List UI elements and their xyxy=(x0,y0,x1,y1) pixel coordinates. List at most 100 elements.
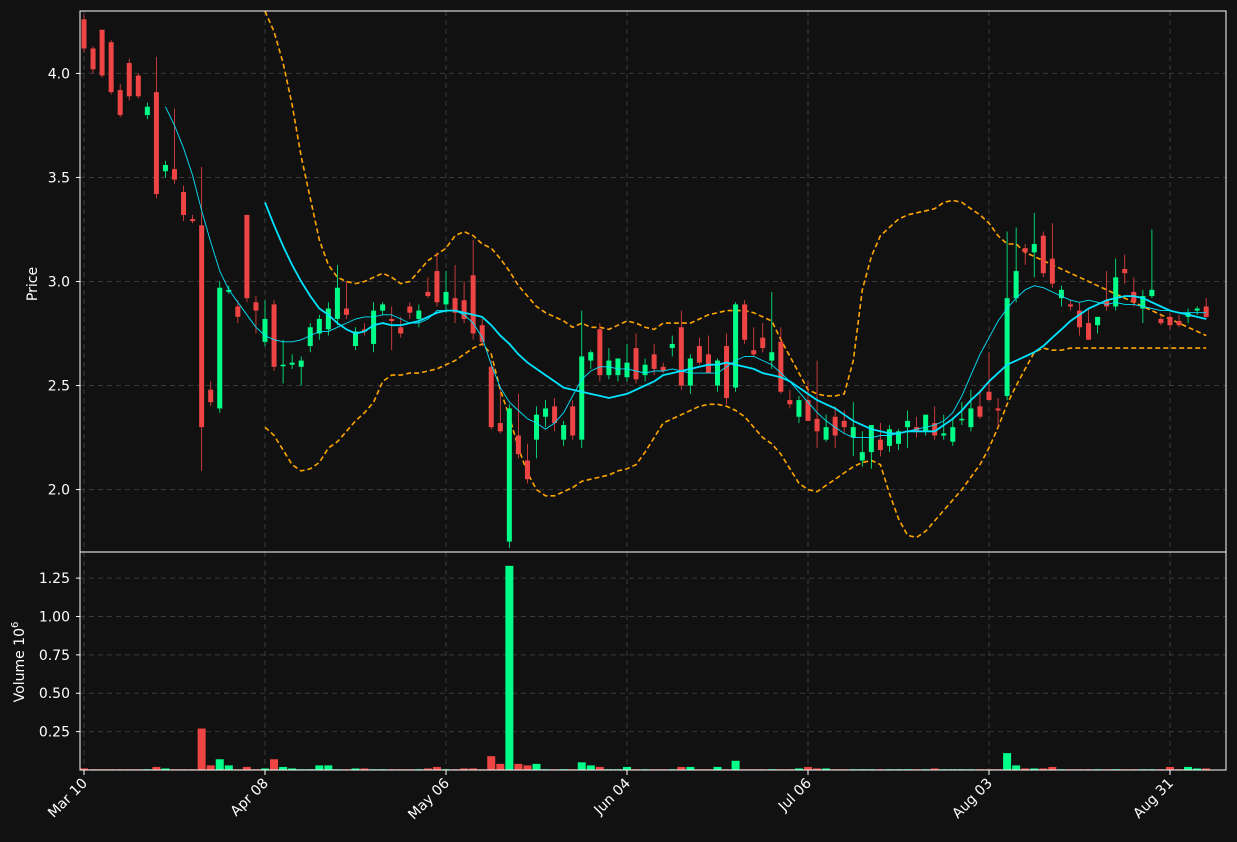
candle-body xyxy=(796,400,802,417)
candle-body xyxy=(705,354,711,374)
volume-exponent: 6 xyxy=(10,622,21,628)
candle-body xyxy=(117,90,123,116)
candle-body xyxy=(977,406,983,417)
candle-body xyxy=(271,304,277,367)
candle-body xyxy=(606,360,612,376)
candle-body xyxy=(1194,308,1200,311)
candle-body xyxy=(959,418,965,421)
candle-body xyxy=(298,360,304,367)
candle-body xyxy=(823,427,829,440)
candle-body xyxy=(995,408,1001,411)
candle-body xyxy=(343,308,349,315)
candle-body xyxy=(416,310,422,319)
volume-bar xyxy=(224,765,233,770)
candle-body xyxy=(561,425,567,440)
price-tick-label: 3.5 xyxy=(48,170,70,186)
candle-body xyxy=(941,433,947,436)
candle-body xyxy=(244,214,250,299)
candle-body xyxy=(506,408,512,542)
candle-body xyxy=(923,414,929,432)
financial-chart: 2.0 2.5 3.0 3.5 4.0 Price 0.25 0.50 0.75 1.00 1.… xyxy=(0,0,1237,842)
volume-bar xyxy=(514,763,523,770)
candle-body xyxy=(986,391,992,401)
candle-body xyxy=(380,304,386,311)
volume-bar xyxy=(324,765,333,770)
candle-body xyxy=(1122,269,1128,274)
candle-body xyxy=(642,364,648,376)
candle-body xyxy=(877,439,883,451)
price-axis-label: Price xyxy=(25,267,41,301)
candle-body xyxy=(153,92,159,195)
candle-body xyxy=(1167,316,1173,326)
candle-body xyxy=(81,19,87,49)
candle-body xyxy=(443,291,449,305)
volume-bar xyxy=(215,759,224,770)
candle-body xyxy=(280,364,286,367)
price-tick-label: 2.5 xyxy=(48,379,70,395)
volume-bar xyxy=(197,728,206,770)
price-tick-label: 2.0 xyxy=(48,483,70,499)
candle-body xyxy=(633,348,639,380)
candle-body xyxy=(1040,235,1046,274)
volume-bar xyxy=(532,763,541,770)
candle-body xyxy=(805,400,811,421)
candle-body xyxy=(1022,248,1028,253)
candle-body xyxy=(289,362,295,365)
candle-body xyxy=(1176,321,1182,326)
volume-bar xyxy=(577,762,586,770)
candle-body xyxy=(524,460,530,480)
candle-body xyxy=(787,400,793,405)
candle-body xyxy=(1095,316,1101,326)
volume-tick-label: 0.75 xyxy=(39,648,70,664)
volume-tick-label: 1.00 xyxy=(39,609,70,625)
candle-body xyxy=(126,63,132,97)
volume-tick-label: 0.50 xyxy=(39,686,70,702)
candle-body xyxy=(733,304,739,388)
volume-bar xyxy=(731,760,740,770)
candle-body xyxy=(1049,258,1055,284)
candle-body xyxy=(208,389,214,403)
volume-bar xyxy=(206,765,215,770)
candle-body xyxy=(841,420,847,428)
candle-body xyxy=(398,327,404,334)
volume-bar xyxy=(487,756,496,770)
candle-body xyxy=(407,306,413,313)
volume-bar xyxy=(505,565,514,770)
candle-body xyxy=(515,435,521,455)
candle-body xyxy=(488,366,494,428)
candle-body xyxy=(262,318,268,342)
volume-tick-label: 0.25 xyxy=(39,725,70,741)
chart-background xyxy=(0,0,1237,842)
candle-body xyxy=(968,408,974,428)
candle-body xyxy=(325,308,331,330)
candle-body xyxy=(769,352,775,361)
price-tick-label: 3.0 xyxy=(48,275,70,291)
candle-body xyxy=(950,427,956,442)
candle-body xyxy=(1067,304,1073,307)
candle-body xyxy=(615,358,621,376)
candle-body xyxy=(253,302,259,311)
candle-body xyxy=(434,271,440,303)
candle-body xyxy=(190,219,196,222)
candle-body xyxy=(859,452,865,461)
candle-body xyxy=(669,343,675,349)
candle-body xyxy=(570,406,576,436)
candle-body xyxy=(1004,298,1010,396)
candle-body xyxy=(172,169,177,180)
candle-body xyxy=(742,304,748,340)
candle-body xyxy=(199,225,205,428)
candle-body xyxy=(181,192,187,215)
volume-bar xyxy=(315,765,324,770)
candle-body xyxy=(778,341,784,392)
candle-body xyxy=(162,164,168,172)
candle-body xyxy=(751,350,757,355)
candle-body xyxy=(334,287,340,319)
candle-body xyxy=(235,306,241,317)
candle-body xyxy=(696,346,702,363)
candle-body xyxy=(1013,271,1019,299)
candle-body xyxy=(1203,306,1209,317)
candle-body xyxy=(1158,318,1164,324)
candle-body xyxy=(724,346,730,399)
candle-body xyxy=(497,422,503,432)
candle-body xyxy=(144,106,150,116)
